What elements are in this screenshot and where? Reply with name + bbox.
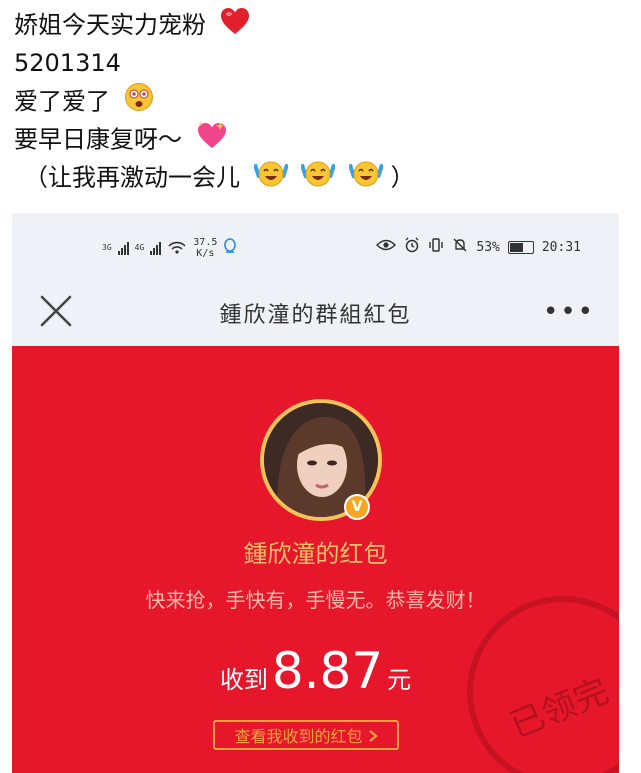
signal-icon bbox=[117, 241, 129, 255]
caption-line: 娇姐今天实力宠粉 bbox=[14, 6, 634, 44]
cheering-face-icon bbox=[300, 158, 337, 199]
embedded-screenshot: 3G 4G 37.5 K/s 53% 20:31 鍾欣潼的群組紅包 ••• 已领… bbox=[12, 213, 619, 773]
greeting-message: 快来抢，手快有，手慢无。恭喜发财！ bbox=[145, 588, 486, 612]
clock-time: 20:31 bbox=[541, 239, 581, 255]
view-received-label: 查看我收到的红包 bbox=[234, 727, 363, 746]
more-options-button[interactable]: ••• bbox=[543, 297, 595, 327]
network-label: 4G bbox=[134, 243, 145, 252]
status-right: 53% 20:31 bbox=[376, 237, 581, 257]
nav-bar: 鍾欣潼的群組紅包 ••• bbox=[12, 283, 619, 339]
mute-icon bbox=[452, 237, 468, 257]
sender-name: 鍾欣潼的红包 bbox=[243, 540, 388, 568]
eye-icon bbox=[376, 238, 397, 256]
caption-text: 要早日康复呀～ bbox=[14, 125, 182, 154]
caption-line: （让我再激动一会儿 ） bbox=[14, 158, 634, 196]
received-label: 收到 bbox=[219, 666, 268, 694]
caption-text: ） bbox=[390, 163, 415, 192]
caption-line: 要早日康复呀～ bbox=[14, 120, 634, 158]
network-speed: 37.5 K/s bbox=[193, 237, 217, 259]
alarm-icon bbox=[404, 237, 420, 257]
battery-percent: 53% bbox=[476, 239, 500, 255]
amount-value: 8.87 bbox=[271, 642, 384, 700]
view-received-packets-button[interactable]: 查看我收到的红包 bbox=[213, 720, 399, 750]
red-heart-icon bbox=[220, 7, 250, 46]
cheering-face-icon bbox=[252, 158, 289, 199]
sparkling-heart-icon bbox=[196, 120, 228, 161]
caption-line: 5201314 bbox=[14, 44, 634, 82]
currency-unit: 元 bbox=[387, 666, 412, 694]
caption-text: 爱了爱了 bbox=[14, 87, 110, 116]
caption-text: （让我再激动一会儿 bbox=[24, 163, 240, 192]
verified-badge-icon: V bbox=[344, 494, 370, 520]
page-title: 鍾欣潼的群組紅包 bbox=[219, 303, 412, 328]
vibrate-icon bbox=[428, 237, 444, 257]
network-label: 3G bbox=[102, 243, 112, 252]
amount-row: 收到8.87 元 bbox=[12, 642, 619, 700]
status-bar: 3G 4G 37.5 K/s 53% 20:31 bbox=[12, 231, 619, 261]
post-caption: 娇姐今天实力宠粉 5201314 爱了爱了 要早日康复呀～ （让我再激动一会儿 … bbox=[14, 6, 634, 196]
caption-line: 爱了爱了 bbox=[14, 82, 634, 120]
wifi-icon bbox=[167, 238, 187, 258]
speed-unit: K/s bbox=[196, 248, 215, 259]
chevron-right-icon bbox=[368, 727, 378, 746]
cheering-face-icon bbox=[348, 158, 384, 199]
battery-icon bbox=[507, 240, 534, 254]
caption-text: 5201314 bbox=[14, 49, 121, 77]
speed-value: 37.5 bbox=[193, 237, 218, 248]
caption-text: 娇姐今天实力宠粉 bbox=[14, 11, 206, 39]
signal-icon bbox=[150, 241, 162, 255]
status-left: 3G 4G 37.5 K/s bbox=[102, 237, 237, 259]
qq-icon bbox=[223, 238, 237, 258]
astonished-face-icon bbox=[124, 82, 154, 123]
red-packet-panel: 已领完 V 鍾欣潼的红包 快来抢，手快有，手慢无。恭喜发财！ 收到8.87 元 查… bbox=[12, 346, 619, 773]
